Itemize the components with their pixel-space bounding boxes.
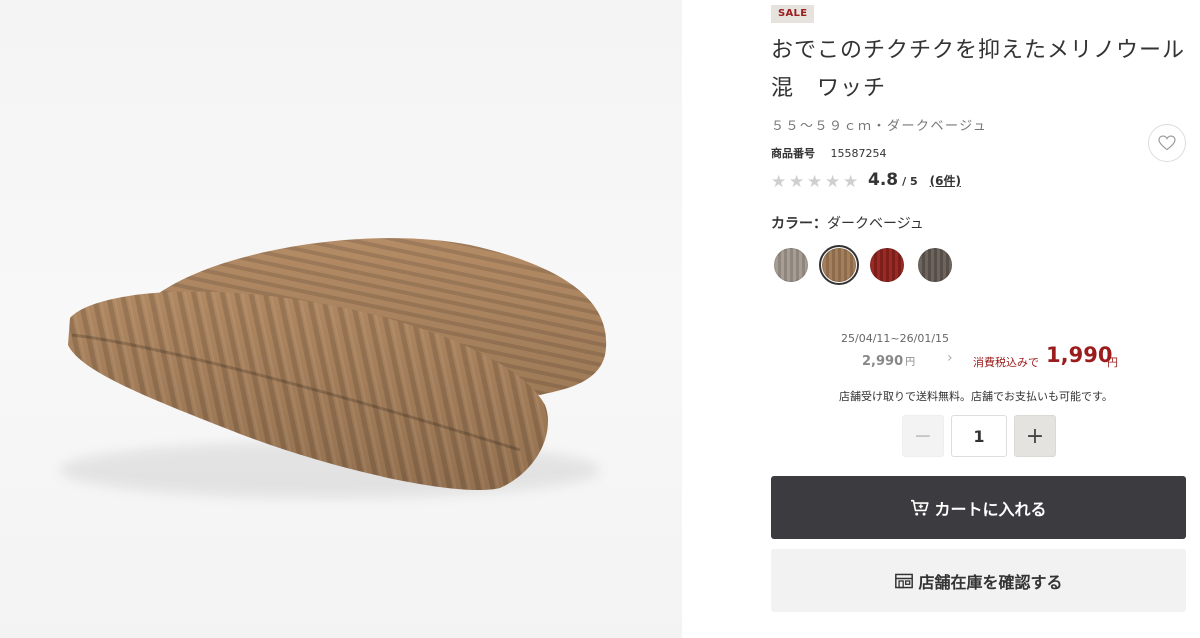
heart-icon: [1158, 135, 1176, 151]
star-icon: ★: [825, 172, 841, 192]
rating-max: / 5: [902, 175, 918, 188]
original-price-value: 2,990: [862, 354, 904, 369]
add-to-cart-button[interactable]: カートに入れる: [771, 476, 1186, 539]
quantity-input[interactable]: 1: [951, 415, 1007, 457]
color-swatch-charcoal-brown[interactable]: [915, 245, 955, 285]
product-number-label: 商品番号: [771, 147, 815, 160]
sale-period: 25/04/11~26/01/15: [841, 332, 950, 345]
swatch-fill: [918, 248, 952, 282]
selected-color: ダークベージュ: [827, 216, 924, 232]
check-store-stock-label: 店舗在庫を確認する: [918, 572, 1063, 592]
product-image[interactable]: [0, 0, 682, 638]
rating: ★ ★ ★ ★ ★ 4.8 / 5 (6件): [771, 170, 961, 191]
original-price: 2,990 円: [862, 353, 915, 369]
star-icon: ★: [807, 172, 823, 192]
rating-value: 4.8: [868, 170, 899, 190]
product-number: 商品番号 15587254: [771, 145, 887, 161]
original-price-yen: 円: [905, 357, 916, 368]
quantity-stepper: − 1 +: [902, 415, 1056, 457]
color-swatch-dark-beige[interactable]: [819, 245, 859, 285]
cart-icon: [911, 499, 930, 516]
color-label-prefix: カラー：: [771, 216, 827, 232]
chevron-right-icon: ›: [947, 350, 953, 366]
store-icon: [895, 573, 914, 588]
product-variant: ５５〜５９ｃｍ・ダークベージュ: [771, 119, 988, 134]
sale-price-yen: 円: [1107, 356, 1118, 369]
product-info: SALE おでこのチクチクを抑えたメリノウール混 ワッチ ５５〜５９ｃｍ・ダーク…: [771, 0, 1186, 638]
review-count-link[interactable]: (6件): [930, 172, 961, 189]
check-store-stock-button[interactable]: 店舗在庫を確認する: [771, 549, 1186, 612]
color-label: カラー：ダークベージュ: [771, 213, 924, 233]
rating-stars: ★ ★ ★ ★ ★: [771, 173, 861, 191]
store-pickup-note: 店舗受け取りで送料無料。店舗でお支払いも可能です。: [839, 390, 1113, 403]
product-title: おでこのチクチクを抑えたメリノウール混 ワッチ: [771, 38, 1186, 101]
star-icon: ★: [789, 172, 805, 192]
sale-badge: SALE: [771, 5, 815, 23]
swatch-fill: [774, 248, 808, 282]
swatch-fill: [822, 248, 856, 282]
price-row: 2,990 円 › 消費税込みで 1,990 円: [771, 343, 1186, 375]
swatch-fill: [870, 248, 904, 282]
favorite-button[interactable]: [1148, 124, 1186, 162]
tax-included-label: 消費税込みで: [973, 356, 1039, 369]
sale-price: 1,990: [1046, 343, 1113, 367]
knit-hat-illustration: [60, 238, 607, 498]
quantity-decrease-button[interactable]: −: [902, 415, 944, 457]
star-icon: ★: [771, 172, 787, 192]
quantity-increase-button[interactable]: +: [1014, 415, 1056, 457]
color-swatch-red[interactable]: [867, 245, 907, 285]
color-swatch-light-gray-beige[interactable]: [771, 245, 811, 285]
color-swatches: [771, 245, 963, 285]
add-to-cart-label: カートに入れる: [934, 499, 1047, 519]
star-icon: ★: [843, 172, 859, 192]
product-number-value: 15587254: [830, 147, 887, 160]
